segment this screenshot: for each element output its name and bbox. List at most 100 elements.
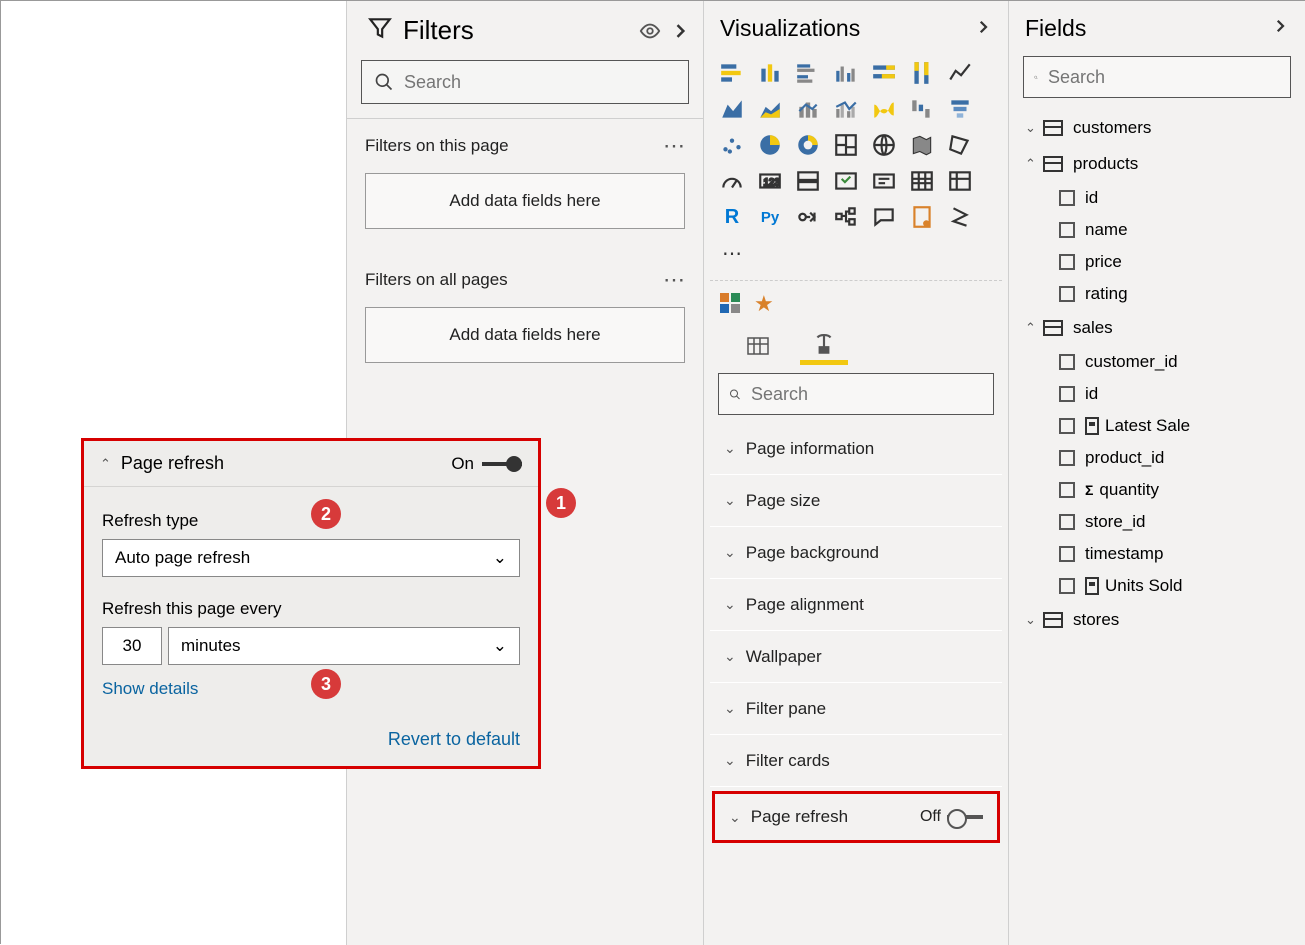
- field-customer_id[interactable]: customer_id: [1015, 346, 1299, 378]
- viz-hundred-column[interactable]: [904, 56, 940, 90]
- viz-card[interactable]: 123: [752, 164, 788, 198]
- format-filter-pane[interactable]: ⌄Filter pane: [710, 683, 1002, 735]
- field-latest-sale[interactable]: Latest Sale: [1015, 410, 1299, 442]
- checkbox[interactable]: [1059, 578, 1075, 594]
- viz-donut[interactable]: [790, 128, 826, 162]
- viz-gauge[interactable]: [714, 164, 750, 198]
- viz-clustered-column[interactable]: [828, 56, 864, 90]
- field-timestamp[interactable]: timestamp: [1015, 538, 1299, 570]
- viz-shape-map[interactable]: [942, 128, 978, 162]
- refresh-type-select[interactable]: Auto page refresh ⌄: [102, 539, 520, 577]
- viz-funnel[interactable]: [942, 92, 978, 126]
- table-sales[interactable]: ⌃sales: [1015, 310, 1299, 346]
- tab-fields[interactable]: [734, 327, 782, 365]
- viz-more[interactable]: ⋯: [714, 236, 750, 270]
- format-page-information[interactable]: ⌄Page information: [710, 423, 1002, 475]
- viz-table[interactable]: [904, 164, 940, 198]
- viz-ribbon[interactable]: [866, 92, 902, 126]
- checkbox[interactable]: [1059, 450, 1075, 466]
- format-search[interactable]: [718, 373, 994, 415]
- viz-decomposition-tree[interactable]: [828, 200, 864, 234]
- format-page-background[interactable]: ⌄Page background: [710, 527, 1002, 579]
- chevron-right-icon[interactable]: [974, 16, 992, 42]
- callout-title: Page refresh: [121, 453, 451, 474]
- viz-line[interactable]: [942, 56, 978, 90]
- viz-stacked-bar[interactable]: [714, 56, 750, 90]
- field-store_id[interactable]: store_id: [1015, 506, 1299, 538]
- field-name[interactable]: name: [1015, 214, 1299, 246]
- viz-key-influencers[interactable]: [790, 200, 826, 234]
- chevron-right-icon[interactable]: [1271, 17, 1289, 40]
- pin-visual-icon[interactable]: ★: [754, 291, 774, 317]
- viz-pie[interactable]: [752, 128, 788, 162]
- table-stores[interactable]: ⌄stores: [1015, 602, 1299, 638]
- eye-icon[interactable]: [635, 20, 665, 42]
- viz-filled-map[interactable]: [904, 128, 940, 162]
- checkbox[interactable]: [1059, 254, 1075, 270]
- chevron-down-icon: ⌄: [724, 648, 736, 665]
- checkbox[interactable]: [1059, 386, 1075, 402]
- callout-header[interactable]: ⌃ Page refresh On: [84, 441, 538, 487]
- field-quantity[interactable]: quantity: [1015, 474, 1299, 506]
- field-product_id[interactable]: product_id: [1015, 442, 1299, 474]
- table-products[interactable]: ⌃products: [1015, 146, 1299, 182]
- checkbox[interactable]: [1059, 286, 1075, 302]
- format-wallpaper[interactable]: ⌄Wallpaper: [710, 631, 1002, 683]
- show-details-link[interactable]: Show details: [102, 679, 198, 699]
- viz-qa[interactable]: [866, 200, 902, 234]
- field-id[interactable]: id: [1015, 378, 1299, 410]
- format-page-alignment[interactable]: ⌄Page alignment: [710, 579, 1002, 631]
- viz-hundred-bar[interactable]: [866, 56, 902, 90]
- viz-treemap[interactable]: [828, 128, 864, 162]
- more-icon[interactable]: ⋯: [663, 267, 685, 293]
- field-rating[interactable]: rating: [1015, 278, 1299, 310]
- fields-search[interactable]: [1023, 56, 1291, 98]
- viz-multi-row-card[interactable]: [790, 164, 826, 198]
- interval-unit-select[interactable]: minutes ⌄: [168, 627, 520, 665]
- format-page-size[interactable]: ⌄Page size: [710, 475, 1002, 527]
- viz-matrix[interactable]: [942, 164, 978, 198]
- viz-paginated[interactable]: [904, 200, 940, 234]
- viz-stacked-area[interactable]: [752, 92, 788, 126]
- format-search-input[interactable]: [751, 384, 983, 405]
- checkbox[interactable]: [1059, 514, 1075, 530]
- toggle-on-icon[interactable]: [482, 456, 522, 472]
- viz-line-clustered-column[interactable]: [828, 92, 864, 126]
- revert-to-default-link[interactable]: Revert to default: [84, 715, 538, 766]
- interval-value-input[interactable]: [102, 627, 162, 665]
- viz-slicer[interactable]: [866, 164, 902, 198]
- all-filter-dropzone[interactable]: Add data fields here: [365, 307, 685, 363]
- viz-python-visual[interactable]: Py: [752, 200, 788, 234]
- field-units-sold[interactable]: Units Sold: [1015, 570, 1299, 602]
- toggle-off-icon[interactable]: [947, 809, 983, 825]
- viz-clustered-bar[interactable]: [790, 56, 826, 90]
- viz-stacked-column[interactable]: [752, 56, 788, 90]
- fields-search-input[interactable]: [1048, 67, 1280, 88]
- table-customers[interactable]: ⌄customers: [1015, 110, 1299, 146]
- checkbox[interactable]: [1059, 190, 1075, 206]
- filters-search-input[interactable]: [404, 72, 676, 93]
- format-page-refresh[interactable]: ⌄ Page refresh Off: [712, 791, 1000, 843]
- viz-r-visual[interactable]: R: [714, 200, 750, 234]
- checkbox[interactable]: [1059, 418, 1075, 434]
- page-filter-dropzone[interactable]: Add data fields here: [365, 173, 685, 229]
- more-icon[interactable]: ⋯: [663, 133, 685, 159]
- checkbox[interactable]: [1059, 482, 1075, 498]
- viz-map[interactable]: [866, 128, 902, 162]
- field-price[interactable]: price: [1015, 246, 1299, 278]
- checkbox[interactable]: [1059, 546, 1075, 562]
- format-filter-cards[interactable]: ⌄Filter cards: [710, 735, 1002, 787]
- viz-azure-map[interactable]: [942, 200, 978, 234]
- tab-format[interactable]: [800, 327, 848, 365]
- viz-line-stacked-column[interactable]: [790, 92, 826, 126]
- field-id[interactable]: id: [1015, 182, 1299, 214]
- appsource-visuals-icon[interactable]: [718, 291, 742, 315]
- viz-kpi[interactable]: [828, 164, 864, 198]
- filters-search[interactable]: [361, 60, 689, 104]
- checkbox[interactable]: [1059, 222, 1075, 238]
- viz-area[interactable]: [714, 92, 750, 126]
- viz-scatter[interactable]: [714, 128, 750, 162]
- viz-waterfall[interactable]: [904, 92, 940, 126]
- checkbox[interactable]: [1059, 354, 1075, 370]
- chevron-right-icon[interactable]: [665, 21, 695, 41]
